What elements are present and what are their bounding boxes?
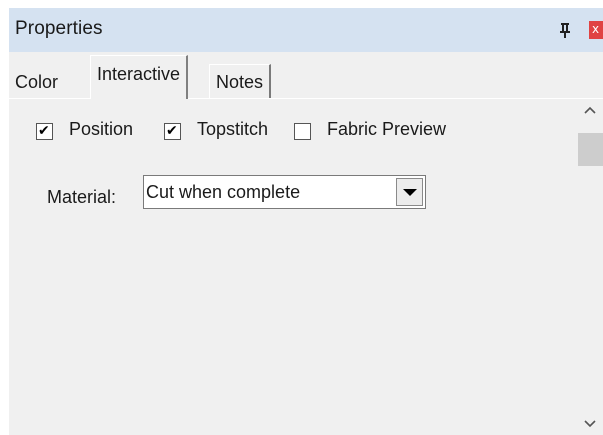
fabric-preview-checkbox[interactable] — [294, 123, 311, 140]
tab-interactive[interactable]: Interactive — [90, 55, 189, 99]
tab-strip: Color Interactive Notes — [9, 52, 603, 100]
pin-icon[interactable] — [558, 22, 572, 38]
material-select[interactable]: Cut when complete — [143, 175, 426, 209]
check-icon: ✔ — [166, 123, 178, 139]
fabric-preview-label[interactable]: Fabric Preview — [327, 119, 446, 140]
tab-content-interactive — [9, 99, 575, 435]
scrollbar-thumb[interactable] — [578, 133, 603, 166]
tab-notes[interactable]: Notes — [209, 64, 272, 99]
close-icon: x — [592, 22, 600, 36]
check-icon: ✔ — [38, 123, 50, 139]
topstitch-checkbox[interactable]: ✔ — [164, 123, 181, 140]
material-label: Material: — [47, 187, 117, 207]
topstitch-label[interactable]: Topstitch — [197, 119, 268, 140]
chevron-up-icon[interactable] — [577, 99, 603, 121]
panel-titlebar[interactable]: Properties x — [9, 8, 603, 52]
properties-panel: Properties x Color Interactive Notes ✔ P… — [9, 8, 603, 435]
position-checkbox[interactable]: ✔ — [36, 123, 53, 140]
close-button[interactable]: x — [589, 21, 603, 39]
vertical-scrollbar[interactable] — [577, 99, 603, 435]
material-dropdown-button[interactable] — [396, 178, 423, 206]
chevron-down-icon[interactable] — [577, 413, 603, 435]
position-label[interactable]: Position — [69, 119, 133, 140]
tab-color[interactable]: Color — [15, 72, 58, 93]
material-select-value: Cut when complete — [146, 182, 301, 202]
panel-title: Properties — [15, 18, 103, 39]
dropdown-arrow-icon — [403, 189, 417, 196]
